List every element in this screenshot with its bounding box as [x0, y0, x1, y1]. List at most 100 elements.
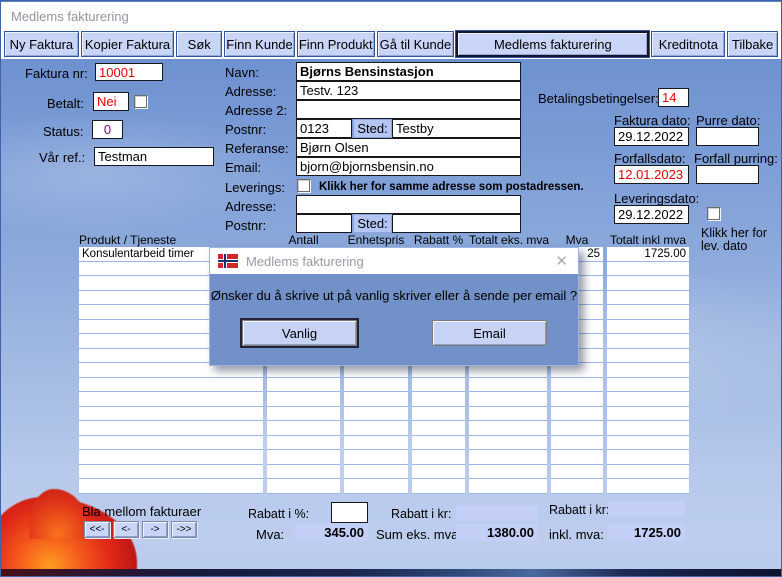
table-cell[interactable]	[412, 479, 465, 494]
table-cell[interactable]	[469, 392, 547, 407]
table-cell[interactable]	[412, 421, 465, 436]
table-cell[interactable]	[607, 305, 689, 320]
toolbar-button-tilbake[interactable]: Tilbake	[727, 31, 778, 57]
last-invoice-button[interactable]: ->>	[171, 521, 197, 538]
table-cell[interactable]	[551, 479, 603, 494]
table-cell[interactable]	[469, 377, 547, 393]
table-cell[interactable]	[412, 406, 465, 422]
table-cell[interactable]	[412, 464, 465, 480]
email-field[interactable]: bjorn@bjornsbensin.no	[296, 157, 521, 176]
table-cell[interactable]	[469, 464, 547, 480]
table-cell[interactable]	[607, 319, 689, 335]
table-cell[interactable]	[267, 406, 340, 422]
navn-field[interactable]: Bjørns Bensinstasjon	[296, 62, 521, 81]
table-cell[interactable]	[267, 421, 340, 436]
toolbar-button-s-k[interactable]: Søk	[176, 31, 223, 57]
table-cell[interactable]	[267, 464, 340, 480]
table-cell[interactable]	[607, 261, 689, 277]
lev-postnr-field[interactable]	[296, 214, 352, 233]
table-cell[interactable]	[79, 377, 263, 393]
close-icon[interactable]: ✕	[555, 252, 568, 270]
table-cell[interactable]	[469, 479, 547, 494]
table-cell[interactable]	[267, 450, 340, 465]
table-cell[interactable]	[607, 392, 689, 407]
table-cell[interactable]	[607, 406, 689, 422]
forfallsdato-field[interactable]: 12.01.2023	[614, 165, 689, 184]
table-cell[interactable]	[469, 450, 547, 465]
table-cell[interactable]	[469, 406, 547, 422]
postnr-field[interactable]: 0123	[296, 119, 352, 138]
table-cell[interactable]	[607, 479, 689, 494]
first-invoice-button[interactable]: <<-	[84, 521, 110, 538]
print-dialog-titlebar[interactable]: Medlems fakturering ✕	[210, 248, 578, 274]
betalt-checkbox[interactable]	[134, 95, 147, 108]
table-cell[interactable]	[267, 435, 340, 451]
table-cell[interactable]	[79, 450, 263, 465]
table-cell[interactable]	[412, 435, 465, 451]
table-cell[interactable]	[469, 435, 547, 451]
window-titlebar[interactable]: Medlems fakturering	[1, 1, 781, 29]
table-cell[interactable]	[267, 377, 340, 393]
lev-sted-field[interactable]	[392, 214, 521, 233]
table-cell[interactable]	[344, 377, 408, 393]
table-cell[interactable]	[551, 392, 603, 407]
referanse-field[interactable]: Bjørn Olsen	[296, 138, 521, 157]
table-cell[interactable]	[267, 479, 340, 494]
toolbar-button-kreditnota[interactable]: Kreditnota	[651, 31, 726, 57]
table-cell[interactable]	[551, 377, 603, 393]
vanlig-button[interactable]: Vanlig	[240, 318, 359, 348]
lev-dato-checkbox[interactable]	[707, 207, 720, 220]
table-cell[interactable]	[344, 406, 408, 422]
table-cell[interactable]	[344, 479, 408, 494]
table-cell[interactable]	[344, 421, 408, 436]
table-cell[interactable]	[344, 464, 408, 480]
toolbar-button-ny-faktura[interactable]: Ny Faktura	[4, 31, 79, 57]
table-cell[interactable]	[79, 435, 263, 451]
table-cell[interactable]	[344, 435, 408, 451]
lev-adresse-field[interactable]	[296, 195, 521, 214]
table-cell[interactable]	[607, 464, 689, 480]
table-cell[interactable]	[607, 334, 689, 349]
toolbar-button-finn-kunde[interactable]: Finn Kunde	[224, 31, 295, 57]
table-cell[interactable]	[551, 464, 603, 480]
table-cell[interactable]	[412, 450, 465, 465]
betalt-field[interactable]: Nei	[93, 92, 129, 111]
table-cell[interactable]: 1725.00	[607, 247, 689, 262]
table-cell[interactable]	[344, 450, 408, 465]
status-field[interactable]: 0	[92, 120, 123, 139]
table-cell[interactable]	[551, 421, 603, 436]
table-cell[interactable]	[551, 450, 603, 465]
table-cell[interactable]	[551, 406, 603, 422]
toolbar-button-g-til-kunde[interactable]: Gå til Kunde	[376, 31, 455, 57]
table-cell[interactable]	[79, 392, 263, 407]
table-cell[interactable]	[551, 435, 603, 451]
table-cell[interactable]	[607, 435, 689, 451]
table-cell[interactable]	[607, 421, 689, 436]
table-cell[interactable]	[607, 276, 689, 291]
next-invoice-button[interactable]: ->	[142, 521, 168, 538]
leveringsdato-field[interactable]: 29.12.2022	[614, 205, 689, 224]
same-address-checkbox[interactable]	[297, 179, 310, 192]
betalingsbetingelser-field[interactable]: 14	[658, 88, 689, 107]
table-cell[interactable]	[267, 392, 340, 407]
adresse-field[interactable]: Testv. 123	[296, 81, 521, 100]
adresse2-field[interactable]	[296, 100, 521, 119]
toolbar-button-medlems-fakturering[interactable]: Medlems fakturering	[456, 31, 650, 57]
table-cell[interactable]	[79, 421, 263, 436]
table-cell[interactable]	[412, 377, 465, 393]
faktura-dato-field[interactable]: 29.12.2022	[614, 127, 689, 146]
rabatt-pct-field[interactable]	[331, 502, 368, 523]
table-cell[interactable]	[607, 377, 689, 393]
table-cell[interactable]	[344, 392, 408, 407]
faktura-nr-field[interactable]: 10001	[95, 63, 163, 81]
toolbar-button-finn-produkt[interactable]: Finn Produkt	[296, 31, 375, 57]
table-cell[interactable]	[607, 450, 689, 465]
sted-field[interactable]: Testby	[392, 119, 521, 138]
table-cell[interactable]	[607, 290, 689, 306]
table-cell[interactable]	[607, 348, 689, 364]
table-cell[interactable]	[79, 406, 263, 422]
purre-dato-field[interactable]	[696, 127, 759, 146]
var-ref-field[interactable]: Testman	[94, 147, 214, 166]
previous-invoice-button[interactable]: <-	[113, 521, 139, 538]
table-cell[interactable]	[469, 421, 547, 436]
